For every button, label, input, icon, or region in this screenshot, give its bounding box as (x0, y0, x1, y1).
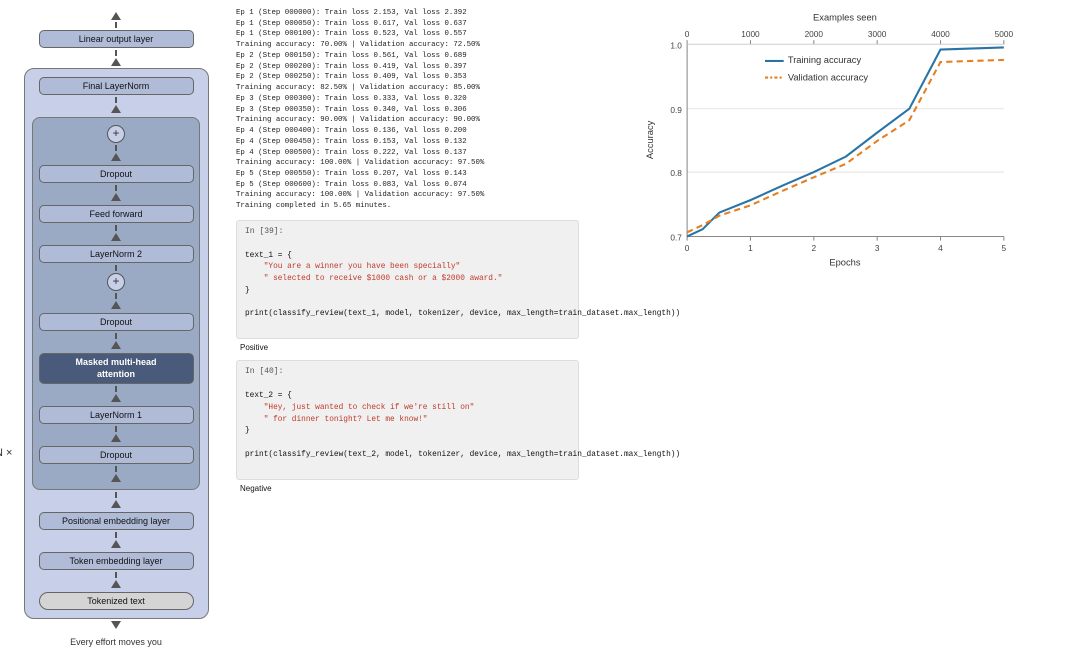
chart-svg: Examples seen 0 1000 2000 3000 4000 5000… (595, 8, 1070, 278)
vl9 (115, 333, 117, 339)
svg-text:3: 3 (875, 243, 880, 253)
cell-2-code: text_2 = { "Hey, just wanted to check if… (245, 379, 570, 473)
vline2 (115, 50, 117, 56)
layernorm-2: LayerNorm 2 (39, 245, 194, 263)
middle-panel: Ep 1 (Step 000000): Train loss 2.153, Va… (230, 0, 585, 579)
cell-2-label: In [40]: (245, 367, 570, 376)
vl7 (115, 265, 117, 271)
arr11 (111, 474, 121, 482)
svg-text:4: 4 (938, 243, 943, 253)
svg-text:0.9: 0.9 (670, 105, 682, 115)
arr14 (111, 580, 121, 588)
add-residual-1: + (107, 125, 125, 143)
nx-label: N × (0, 447, 12, 459)
cell-2-output: Negative (236, 484, 579, 493)
final-layernorm: Final LayerNorm (39, 77, 194, 95)
arr3 (111, 105, 121, 113)
svg-text:0: 0 (685, 243, 690, 253)
legend-training-label: Training accuracy (788, 55, 862, 65)
y-axis-title: Accuracy (645, 120, 655, 159)
vl11 (115, 426, 117, 432)
svg-text:0: 0 (685, 29, 690, 39)
arr10 (111, 434, 121, 442)
arr7 (111, 301, 121, 309)
cell-1-code: text_1 = { "You are a winner you have be… (245, 239, 570, 333)
gpt-diagram-panel: Linear output layer GPT model Final Laye… (0, 0, 230, 579)
chart-panel: Examples seen 0 1000 2000 3000 4000 5000… (585, 0, 1080, 579)
vl8 (115, 293, 117, 299)
arr5 (111, 193, 121, 201)
vl10 (115, 386, 117, 392)
x-bottom-title: Epochs (829, 258, 860, 268)
arrow2 (111, 58, 121, 66)
dropout-3: Dropout (39, 446, 194, 464)
masked-attention: Masked multi-head attention (39, 353, 194, 384)
training-log: Ep 1 (Step 000000): Train loss 2.153, Va… (236, 8, 579, 212)
legend-validation-label: Validation accuracy (788, 73, 869, 83)
vl12 (115, 466, 117, 472)
vl3 (115, 97, 117, 103)
gpt-outer-box: GPT model Final LayerNorm N × + Dropout … (24, 68, 209, 619)
code-cell-1: In [39]: text_1 = { "You are a winner yo… (236, 220, 579, 340)
x-top-title: Examples seen (813, 12, 877, 22)
arr4 (111, 153, 121, 161)
caption: Every effort moves you (70, 637, 162, 647)
positional-embedding: Positional embedding layer (39, 512, 194, 530)
cell-1-output: Positive (236, 343, 579, 352)
svg-text:5000: 5000 (995, 29, 1014, 39)
arr9 (111, 394, 121, 402)
legend-training-line (765, 60, 784, 62)
vline (115, 22, 117, 28)
svg-text:2000: 2000 (805, 29, 824, 39)
vl14 (115, 532, 117, 538)
arr6 (111, 233, 121, 241)
linear-output-layer: Linear output layer (39, 30, 194, 48)
svg-text:0.8: 0.8 (670, 168, 682, 178)
gpt-diagram: Linear output layer GPT model Final Laye… (16, 10, 216, 647)
vl15 (115, 572, 117, 578)
arr12 (111, 500, 121, 508)
svg-text:1: 1 (748, 243, 753, 253)
top-arrow (111, 12, 121, 20)
code-cell-2: In [40]: text_2 = { "Hey, just wanted to… (236, 360, 579, 480)
feed-forward: Feed forward (39, 205, 194, 223)
vl5 (115, 185, 117, 191)
layernorm-1: LayerNorm 1 (39, 406, 194, 424)
cell-1-label: In [39]: (245, 227, 570, 236)
svg-text:5: 5 (1002, 243, 1007, 253)
dropout-2: Dropout (39, 313, 194, 331)
token-embedding: Token embedding layer (39, 552, 194, 570)
vl6 (115, 225, 117, 231)
svg-text:3000: 3000 (868, 29, 887, 39)
arr8 (111, 341, 121, 349)
svg-text:4000: 4000 (931, 29, 950, 39)
vl13 (115, 492, 117, 498)
svg-text:0.7: 0.7 (670, 233, 682, 243)
svg-text:1000: 1000 (741, 29, 760, 39)
arr13 (111, 540, 121, 548)
accuracy-chart: Examples seen 0 1000 2000 3000 4000 5000… (595, 8, 1070, 278)
transformer-block: N × + Dropout Feed forward LayerNorm 2 +… (32, 117, 200, 490)
add-residual-2: + (107, 273, 125, 291)
svg-text:2: 2 (811, 243, 816, 253)
dropout-1: Dropout (39, 165, 194, 183)
bottom-arrow (111, 621, 121, 629)
tokenized-text-box: Tokenized text (39, 592, 194, 610)
svg-text:1.0: 1.0 (670, 41, 682, 51)
vl4 (115, 145, 117, 151)
